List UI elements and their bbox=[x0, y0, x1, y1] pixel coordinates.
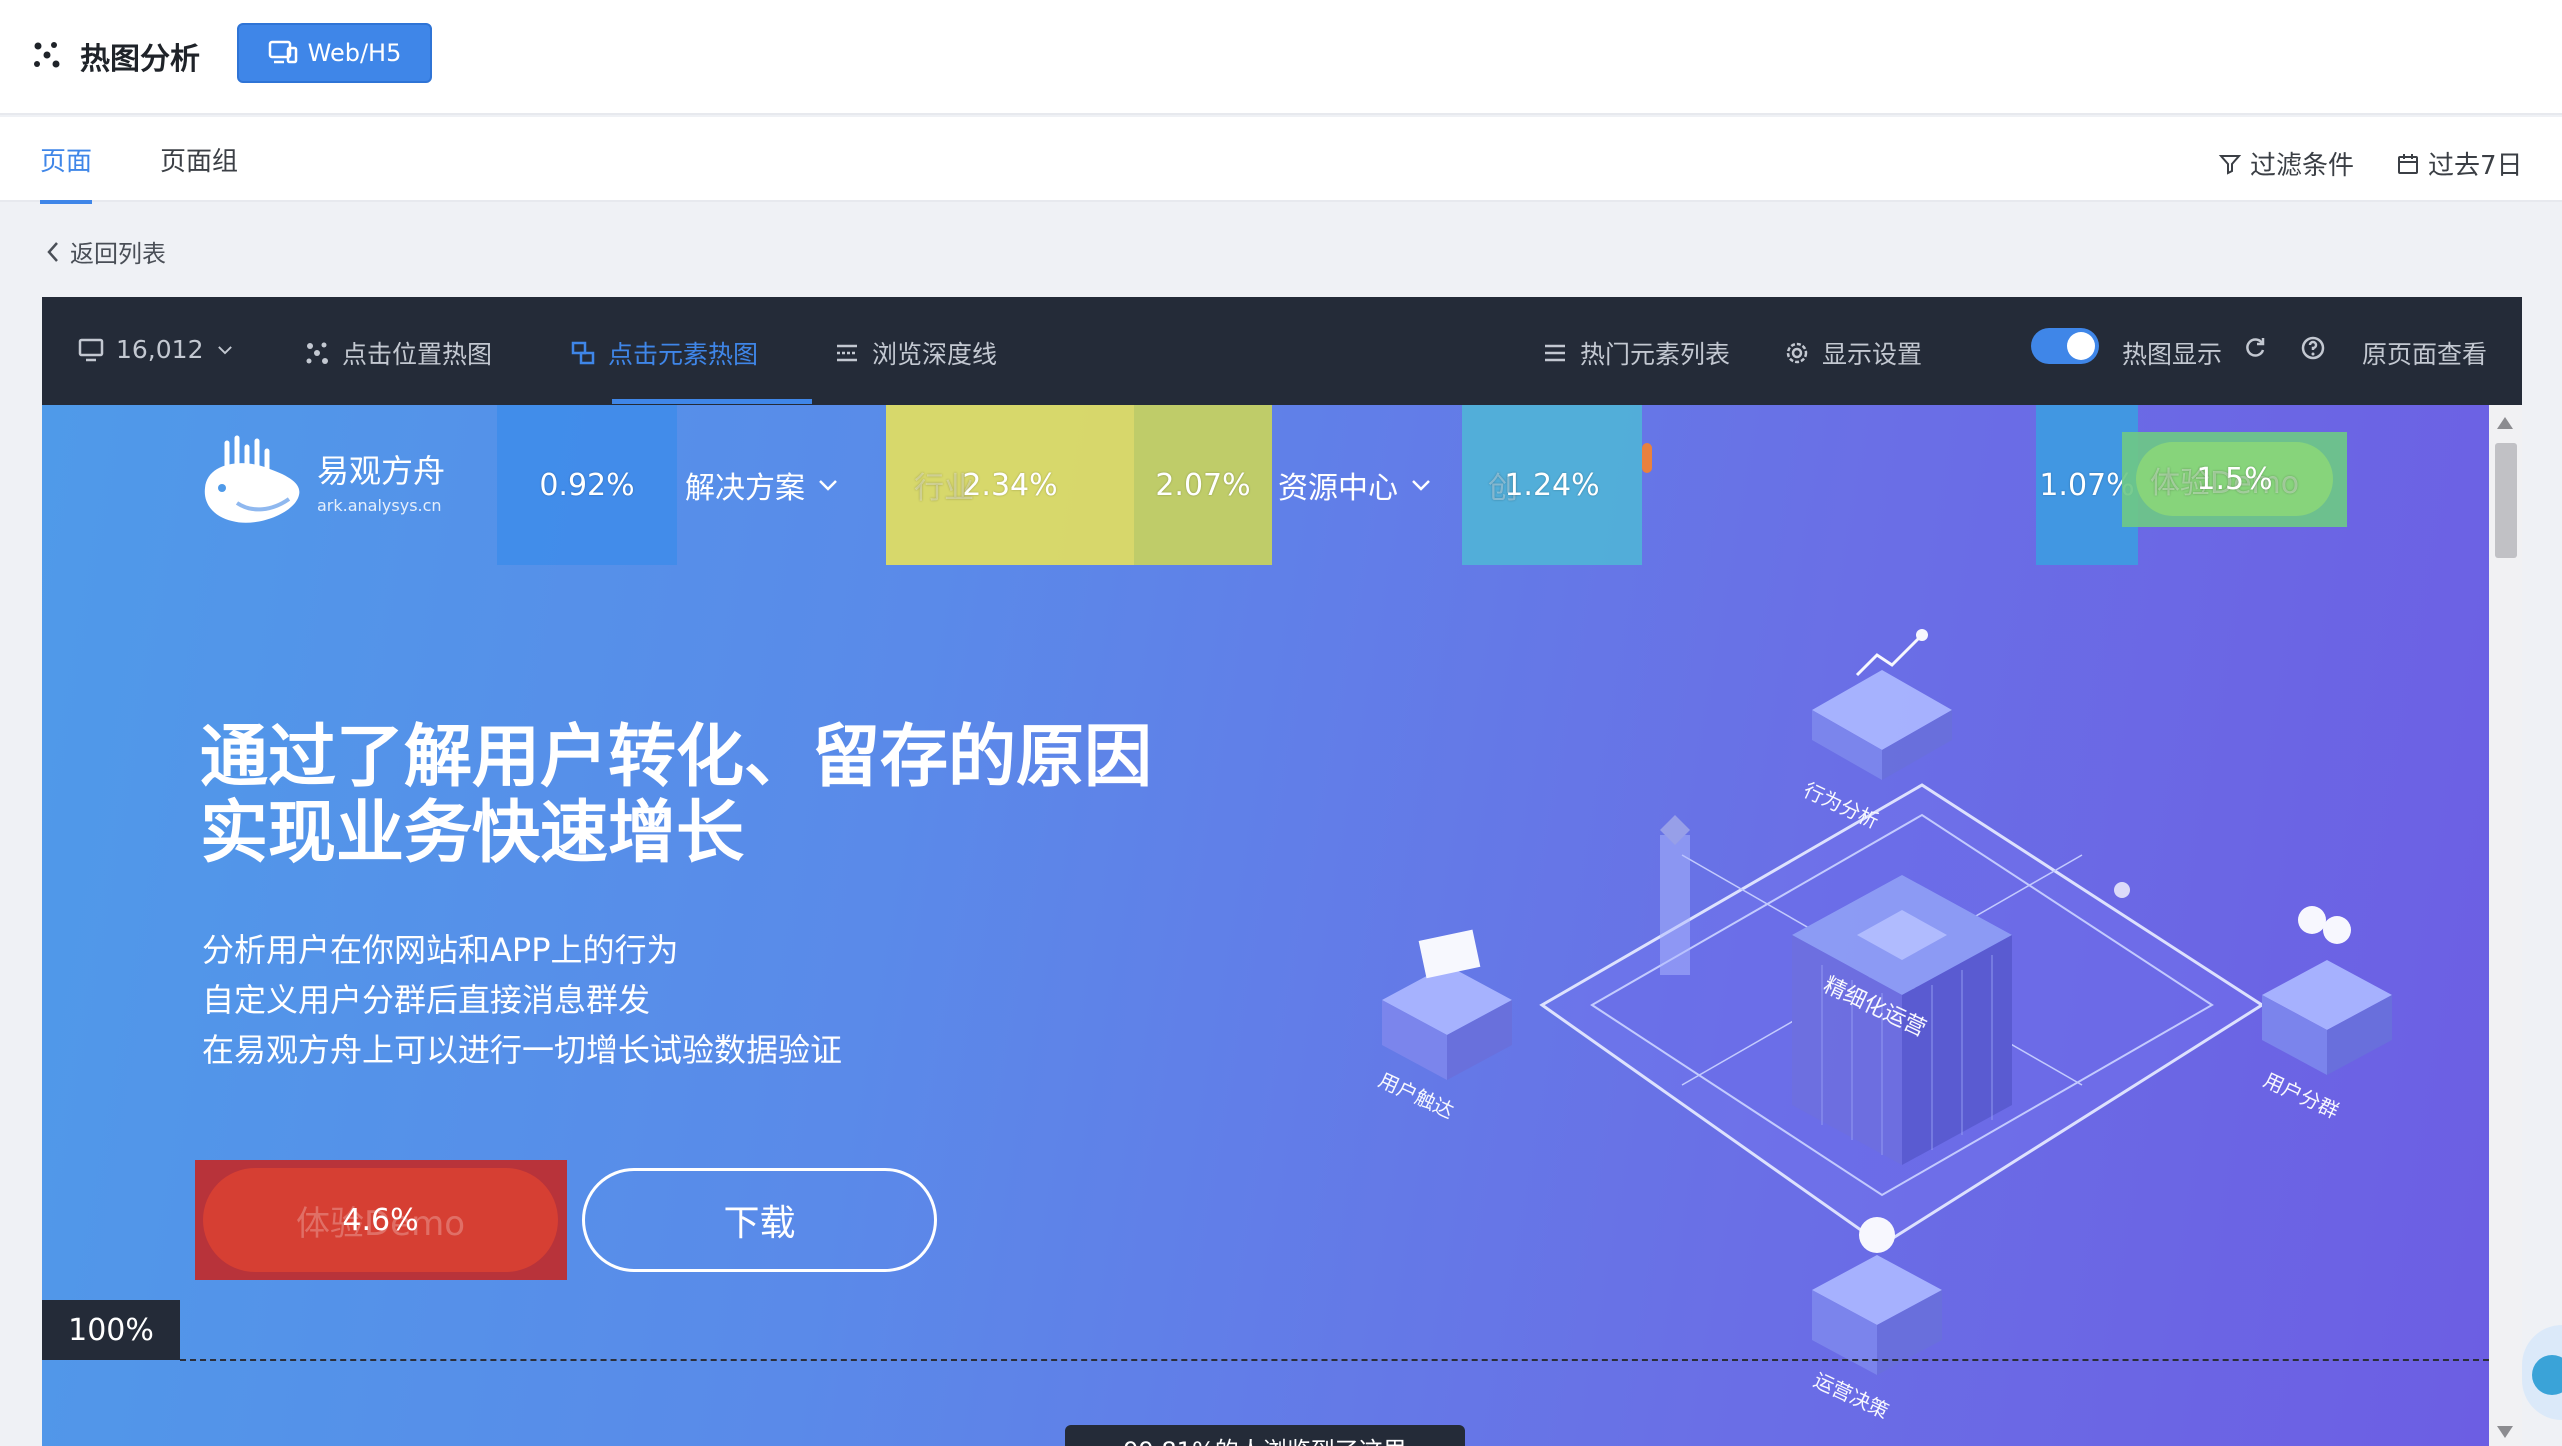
whale-logo-icon bbox=[204, 435, 300, 523]
back-link-label: 返回列表 bbox=[70, 240, 166, 268]
hero-title-line-2: 实现业务快速增长 bbox=[200, 794, 745, 873]
view-original-page-link[interactable]: 原页面查看 bbox=[2362, 335, 2487, 371]
list-icon bbox=[1545, 344, 1565, 362]
iso-label-segment: 用户分群 bbox=[2260, 1068, 2343, 1124]
platform-button-label: Web/H5 bbox=[307, 39, 402, 67]
site-brand-name: 易观方舟 bbox=[317, 452, 446, 490]
nav-resources-label: 资源中心 bbox=[1278, 471, 1398, 506]
click-element-heatmap-tab[interactable]: 点击元素热图 bbox=[570, 335, 758, 371]
chevron-left-icon bbox=[47, 241, 58, 262]
chevron-down-icon bbox=[819, 480, 837, 491]
nav-solutions-label: 解决方案 bbox=[685, 471, 805, 506]
hero-sub-line-3: 在易观方舟上可以进行一切增长试验数据验证 bbox=[202, 1031, 843, 1069]
lines-icon bbox=[837, 344, 857, 362]
heatmap-display-toggle[interactable] bbox=[2031, 328, 2099, 364]
monitor-icon bbox=[268, 40, 297, 64]
back-to-list-link[interactable]: 返回列表 bbox=[44, 234, 166, 269]
heatmap-percent: 1.24% bbox=[1504, 467, 1600, 503]
scroll-up-icon[interactable] bbox=[2497, 417, 2513, 429]
heatmap-percent: 1.5% bbox=[2196, 462, 2273, 497]
tab-page[interactable]: 页面 bbox=[40, 141, 93, 204]
heatmap-percent: 2.07% bbox=[1155, 467, 1251, 503]
gear-icon bbox=[1786, 342, 1808, 364]
app-title: 热图分析 bbox=[80, 42, 200, 77]
heatmap-nav-demo[interactable]: 体验Demo 1.5% bbox=[2122, 432, 2347, 527]
site-logo[interactable]: 易观方舟 ark.analysys.cn bbox=[197, 433, 445, 528]
scatter-dots-icon bbox=[306, 342, 328, 364]
calendar-icon bbox=[2398, 153, 2418, 174]
filter-icon bbox=[2218, 154, 2242, 175]
heatmap-nav-product[interactable]: 0.92% bbox=[497, 405, 677, 565]
tab-bar: 页面 页面组 过滤条件 过去7日 bbox=[0, 117, 2562, 204]
active-tab-indicator bbox=[612, 399, 812, 404]
preview-scrollbar[interactable] bbox=[2489, 405, 2522, 1446]
help-button[interactable] bbox=[2300, 335, 2326, 361]
chevron-down-icon bbox=[1412, 480, 1430, 491]
page-preview: 易观方舟 ark.analysys.cn 0.92% 解决方案 行业 2.34%… bbox=[42, 405, 2489, 1446]
heatmap-percent: 0.92% bbox=[539, 467, 635, 503]
tab-page-group[interactable]: 页面组 bbox=[160, 141, 238, 200]
hero-sub-line-1: 分析用户在你网站和APP上的行为 bbox=[202, 931, 679, 969]
heatmap-logo-icon bbox=[34, 42, 60, 68]
date-range-button[interactable]: 过去7日 bbox=[2396, 145, 2523, 182]
display-settings-button[interactable]: 显示设置 bbox=[1784, 335, 1922, 371]
whale-avatar-icon bbox=[2532, 1355, 2562, 1395]
heatmap-nav-cases[interactable]: 2.07% bbox=[1134, 405, 1272, 565]
scroll-depth-label: 浏览深度线 bbox=[872, 340, 998, 369]
nav-solutions[interactable]: 解决方案 bbox=[685, 463, 839, 507]
heatmap-nav-innovation[interactable]: 创 1.24% bbox=[1462, 405, 1642, 565]
download-button[interactable]: 下载 bbox=[582, 1168, 937, 1272]
hero-description: 分析用户在你网站和APP上的行为 自定义用户分群后直接消息群发 在易观方舟上可以… bbox=[202, 925, 1102, 1075]
hero-sub-line-2: 自定义用户分群后直接消息群发 bbox=[202, 981, 651, 1019]
heatmap-toolbar: 16,012 点击位置热图 点击元素热图 浏览深度线 热门元素列表 显示设置 热… bbox=[42, 297, 2522, 405]
scroll-down-icon[interactable] bbox=[2497, 1426, 2513, 1438]
hot-elements-list-button[interactable]: 热门元素列表 bbox=[1542, 335, 1730, 371]
heatmap-cta-demo[interactable]: 体验Demo 4.6% bbox=[195, 1160, 567, 1280]
hot-elements-list-label: 热门元素列表 bbox=[1580, 340, 1731, 369]
pv-count-dropdown[interactable]: 16,012 bbox=[78, 335, 235, 364]
nav-resources[interactable]: 资源中心 bbox=[1278, 463, 1432, 507]
scrollbar-thumb[interactable] bbox=[2495, 443, 2517, 558]
scroll-depth-tooltip: 99.81%的人浏览到了这里 bbox=[1065, 1425, 1465, 1446]
scroll-depth-line bbox=[180, 1359, 2489, 1361]
display-settings-label: 显示设置 bbox=[1822, 340, 1923, 369]
filter-label: 过滤条件 bbox=[2250, 151, 2355, 181]
click-position-heatmap-tab[interactable]: 点击位置热图 bbox=[304, 335, 492, 371]
toggle-knob bbox=[2067, 332, 2095, 360]
filter-button[interactable]: 过滤条件 bbox=[2218, 145, 2354, 182]
heatmap-percent: 4.6% bbox=[342, 1202, 419, 1238]
chevron-down-icon bbox=[218, 345, 233, 354]
refresh-icon bbox=[2246, 338, 2265, 357]
hot-badge-icon bbox=[1642, 443, 1652, 473]
site-brand-url: ark.analysys.cn bbox=[317, 496, 442, 515]
iso-label-decision: 运营决策 bbox=[1810, 1368, 1893, 1424]
hero-title-line-1: 通过了解用户转化、留存的原因 bbox=[200, 718, 1153, 797]
heatmap-percent: 2.34% bbox=[962, 467, 1058, 503]
scroll-depth-badge: 100% bbox=[42, 1300, 180, 1360]
pv-count: 16,012 bbox=[116, 335, 204, 364]
heatmap-display-label: 热图显示 bbox=[2122, 340, 2223, 369]
app-header: 热图分析 Web/H5 bbox=[0, 0, 2562, 115]
assistant-avatar-button[interactable] bbox=[2522, 1325, 2562, 1420]
scroll-depth-tab[interactable]: 浏览深度线 bbox=[834, 335, 997, 371]
click-position-heatmap-label: 点击位置热图 bbox=[342, 340, 493, 369]
iso-label-behavior: 行为分析 bbox=[1800, 778, 1883, 834]
hero-title: 通过了解用户转化、留存的原因 实现业务快速增长 bbox=[200, 720, 1250, 872]
click-element-heatmap-label: 点击元素热图 bbox=[608, 340, 759, 369]
monitor-icon bbox=[78, 338, 104, 361]
date-range-label: 过去7日 bbox=[2428, 151, 2523, 181]
heatmap-nav-industry[interactable]: 行业 2.34% bbox=[886, 405, 1134, 565]
cta-demo-button[interactable]: 体验Demo 4.6% bbox=[203, 1168, 558, 1272]
help-circle-icon bbox=[2301, 336, 2325, 360]
isometric-illustration: 精细化运营 行为分析 用户触达 用户分群 运营决策 bbox=[1375, 629, 2392, 1424]
element-icon bbox=[571, 341, 595, 365]
heatmap-percent: 1.07% bbox=[2039, 467, 2135, 503]
refresh-button[interactable] bbox=[2242, 335, 2268, 361]
platform-web-h5-button[interactable]: Web/H5 bbox=[237, 23, 432, 83]
